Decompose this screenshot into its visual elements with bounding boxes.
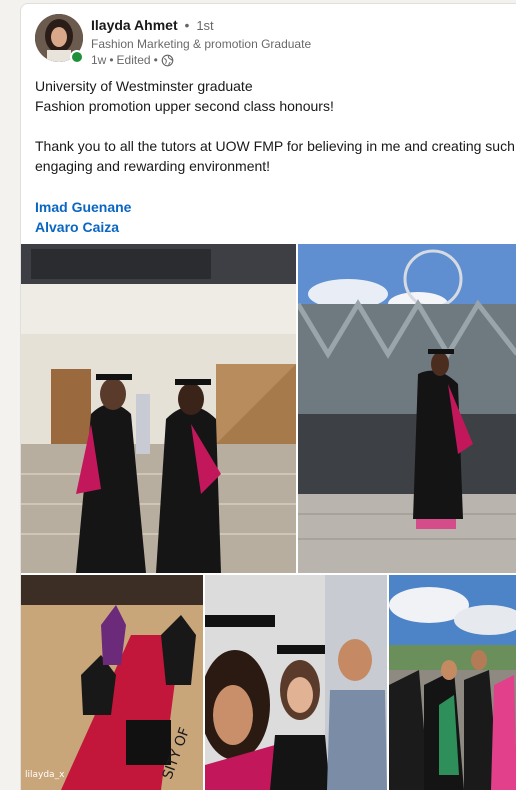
post-photo-hallway[interactable] xyxy=(21,244,296,573)
post-header: Ilayda Ahmet • 1st Fashion Marketing & p… xyxy=(35,14,516,70)
post-body: University of Westminster graduate Fashi… xyxy=(35,76,516,176)
photo-sticker: lilayda_x xyxy=(25,770,65,780)
online-status-indicator xyxy=(70,50,84,64)
feed-post-card: Ilayda Ahmet • 1st Fashion Marketing & p… xyxy=(20,3,516,790)
mention-link[interactable]: Alvaro Caiza xyxy=(35,217,131,237)
edited-label: Edited xyxy=(116,53,151,67)
post-time: 1w xyxy=(91,53,107,67)
paragraph-spacer xyxy=(35,116,516,136)
meta-separator: • xyxy=(153,53,158,67)
name-separator: • xyxy=(184,17,190,33)
connection-degree: 1st xyxy=(196,18,214,33)
post-body-line: engaging and rewarding environment! xyxy=(35,158,271,174)
post-body-line: University of Westminster graduate xyxy=(35,78,253,94)
mentions-list: Imad Guenane Alvaro Caiza xyxy=(35,197,131,237)
post-body-line: Thank you to all the tutors at UOW FMP f… xyxy=(35,138,515,154)
post-meta: 1w • Edited • xyxy=(91,53,174,67)
author-name[interactable]: Ilayda Ahmet xyxy=(91,17,178,33)
author-name-row: Ilayda Ahmet • 1st xyxy=(91,17,214,33)
globe-icon xyxy=(161,54,174,67)
post-photo-selfie[interactable] xyxy=(205,575,387,790)
meta-separator: • xyxy=(109,53,114,67)
mention-link[interactable]: Imad Guenane xyxy=(35,197,131,217)
post-photo-bridge[interactable] xyxy=(298,244,516,573)
post-photo-ceremony[interactable]: SITY OF lilayda_x xyxy=(21,575,203,790)
post-body-line: Fashion promotion upper second class hon… xyxy=(35,98,334,114)
author-headline: Fashion Marketing & promotion Graduate xyxy=(91,37,312,51)
post-photo-group[interactable] xyxy=(389,575,516,790)
